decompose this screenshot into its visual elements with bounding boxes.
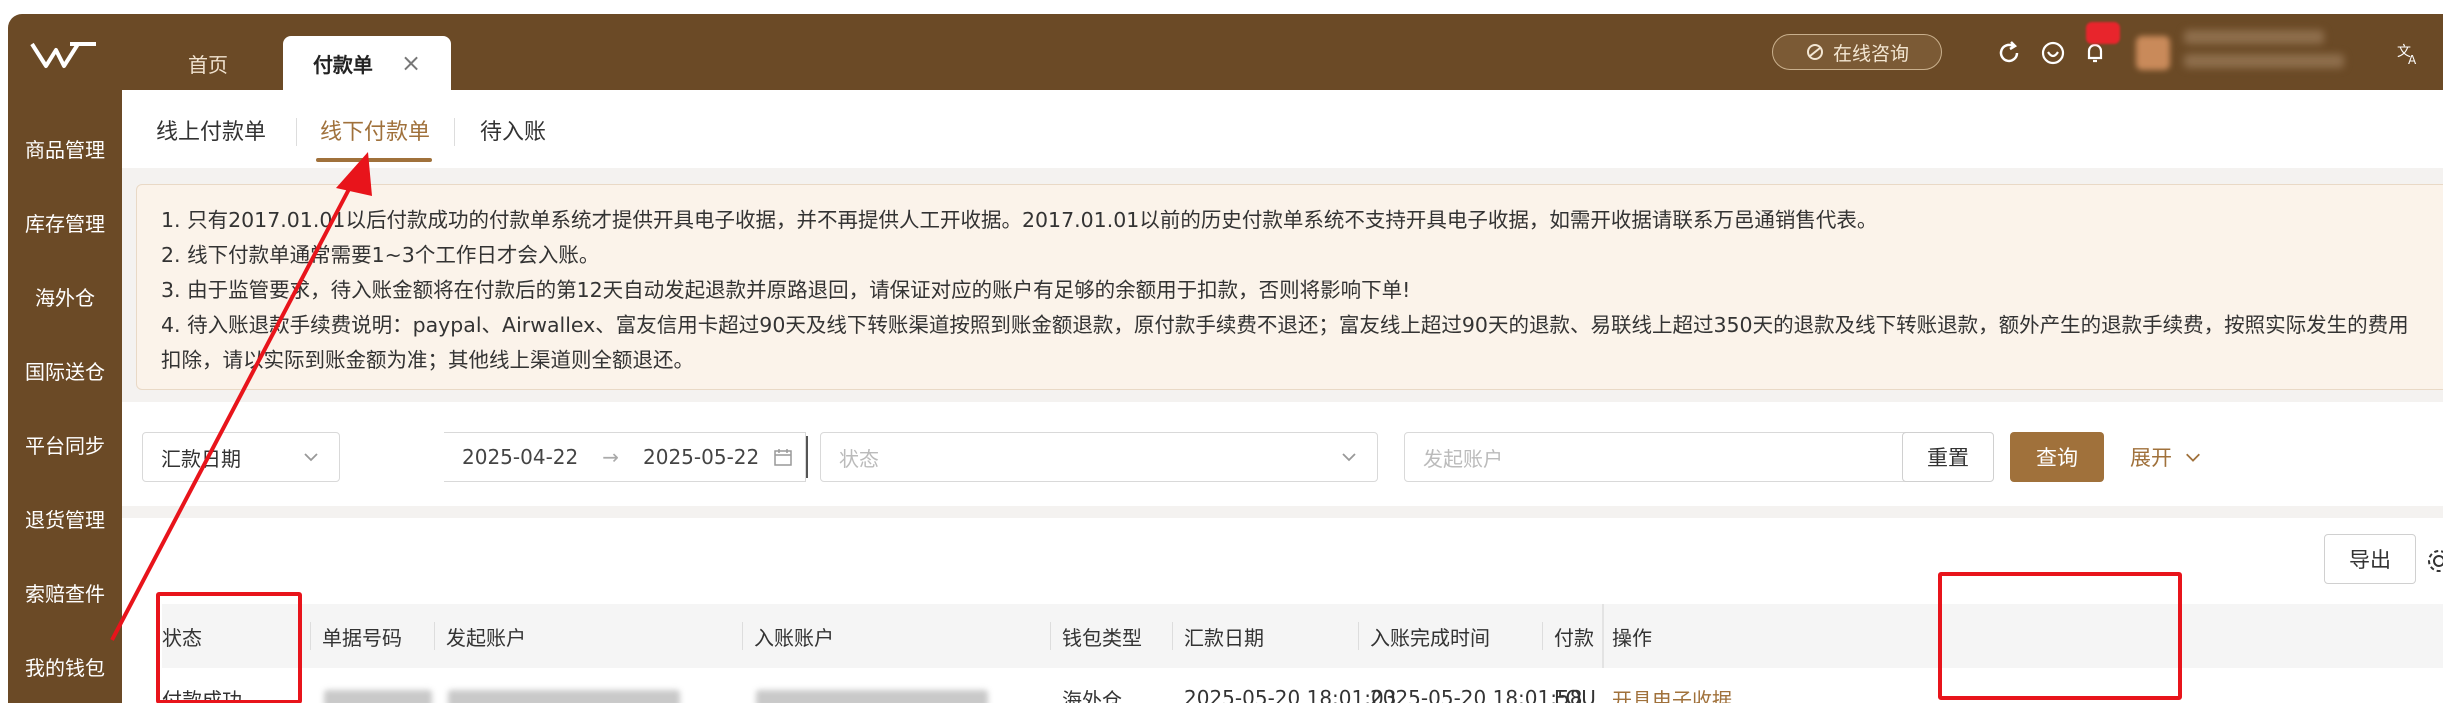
sidebar-item-wallet[interactable]: 我的钱包 <box>8 652 122 681</box>
filter-bar: 汇款日期 2025-04-22 → 2025-05-22 状态 发起账户 重置 … <box>122 402 2443 506</box>
sidebar: 商品管理 库存管理 海外仓 国际送仓 平台同步 退货管理 索赔查件 我的钱包 <box>8 90 122 703</box>
calendar-icon <box>774 449 792 466</box>
sidebar-item-inventory[interactable]: 库存管理 <box>8 208 122 237</box>
notice-box: 1. 只有2017.01.01以后付款成功的付款单系统才提供开具电子收据，并不再… <box>136 184 2443 390</box>
initiating-account-select[interactable]: 发起账户 <box>1404 432 1962 482</box>
avatar[interactable] <box>2136 36 2170 70</box>
subtab-offline-payment[interactable]: 线下付款单 <box>320 114 430 146</box>
date-type-value: 汇款日期 <box>161 446 241 471</box>
subtab-divider <box>454 118 455 146</box>
cell-payment: FOU <box>1554 686 1596 703</box>
query-button[interactable]: 查询 <box>2010 432 2104 482</box>
column-separator <box>434 622 435 650</box>
subtab-divider <box>296 118 297 146</box>
column-header-credit-account: 入账账户 <box>754 625 834 650</box>
date-cursor <box>806 436 808 478</box>
fixed-column-shadow <box>1602 604 1604 668</box>
heart-icon[interactable] <box>2038 38 2068 68</box>
notice-line-2: 2. 线下付款单通常需要1~3个工作日才会入账。 <box>161 243 600 267</box>
date-end[interactable]: 2025-05-22 <box>643 445 759 469</box>
top-bar: 首页 付款单 × 在线咨询 文A <box>8 14 2443 90</box>
notice-line-3: 3. 由于监管要求，待入账金额将在付款后的第12天自动发起退款并原路退回，请保证… <box>161 278 1411 302</box>
chevron-down-icon <box>1342 453 1356 462</box>
column-separator <box>1358 622 1359 650</box>
notice-line-1: 1. 只有2017.01.01以后付款成功的付款单系统才提供开具电子收据，并不再… <box>161 208 1878 232</box>
sidebar-item-international-delivery[interactable]: 国际送仓 <box>8 356 122 385</box>
headset-icon <box>1806 44 1823 60</box>
column-header-initiating-account: 发起账户 <box>446 625 526 650</box>
cell-doc-number-blurred <box>324 690 432 703</box>
subtab-active-indicator <box>316 158 432 162</box>
chevron-down-icon <box>2186 453 2200 462</box>
account-placeholder: 发起账户 <box>1423 446 1503 471</box>
tab-payment-order[interactable]: 付款单 × <box>283 36 451 90</box>
close-icon[interactable]: × <box>401 49 421 77</box>
date-start[interactable]: 2025-04-22 <box>462 445 578 469</box>
subtab-pending-credit[interactable]: 待入账 <box>480 114 546 146</box>
date-range-picker[interactable]: 2025-04-22 → 2025-05-22 <box>444 432 806 482</box>
column-header-doc-number: 单据号码 <box>322 625 402 650</box>
cell-credit-account-blurred <box>756 690 988 703</box>
reset-button[interactable]: 重置 <box>1902 432 1994 482</box>
sidebar-item-overseas-warehouse[interactable]: 海外仓 <box>8 282 122 311</box>
chevron-down-icon <box>304 453 318 462</box>
brand-logo-icon[interactable] <box>30 40 98 70</box>
online-consult-button[interactable]: 在线咨询 <box>1772 34 1942 70</box>
date-range-arrow: → <box>602 445 619 469</box>
subtab-bar: 线上付款单 线下付款单 待入账 <box>122 90 2443 168</box>
column-separator <box>1050 622 1051 650</box>
tab-home[interactable]: 首页 <box>148 36 268 90</box>
column-separator <box>1172 622 1173 650</box>
highlight-box-status <box>156 592 302 703</box>
column-header-remit-date: 汇款日期 <box>1184 625 1264 650</box>
date-type-select[interactable]: 汇款日期 <box>142 432 340 482</box>
highlight-box-complete-time <box>1938 572 2182 700</box>
issue-receipt-link[interactable]: 开具电子收据 <box>1612 668 1732 703</box>
notification-badge <box>2086 22 2120 44</box>
user-company-blurred <box>2184 54 2344 68</box>
column-separator <box>1542 622 1543 650</box>
export-button[interactable]: 导出 <box>2324 534 2416 584</box>
tab-payment-order-label: 付款单 <box>312 52 373 77</box>
column-header-actions: 操作 <box>1612 625 1652 650</box>
user-name-blurred <box>2184 30 2324 44</box>
column-header-payment: 付款 <box>1554 625 1594 650</box>
cell-wallet-type: 海外仓 <box>1062 687 1122 703</box>
notice-line-4: 4. 待入账退款手续费说明：paypal、Airwallex、富友信用卡超过90… <box>161 313 2409 372</box>
svg-text:A: A <box>2408 53 2417 67</box>
cell-remit-date: 2025-05-20 18:01:03 <box>1184 686 1397 703</box>
subtab-online-payment[interactable]: 线上付款单 <box>156 114 266 146</box>
sidebar-item-products[interactable]: 商品管理 <box>8 134 122 163</box>
refresh-icon[interactable] <box>1994 38 2024 68</box>
cell-initiating-account-blurred <box>448 690 680 703</box>
cell-complete-time: 2025-05-20 18:01:58 <box>1370 686 1583 703</box>
sidebar-item-platform-sync[interactable]: 平台同步 <box>8 430 122 459</box>
expand-label: 展开 <box>2130 446 2172 470</box>
status-select[interactable]: 状态 <box>820 432 1378 482</box>
tab-home-label: 首页 <box>188 52 228 77</box>
online-consult-label: 在线咨询 <box>1832 42 1909 65</box>
status-placeholder: 状态 <box>839 446 879 471</box>
sidebar-item-claims[interactable]: 索赔查件 <box>8 578 122 607</box>
sidebar-item-returns[interactable]: 退货管理 <box>8 504 122 533</box>
column-header-complete-time: 入账完成时间 <box>1370 625 1490 650</box>
column-separator <box>310 622 311 650</box>
gear-icon[interactable] <box>2426 548 2443 574</box>
expand-button[interactable]: 展开 <box>2130 432 2240 482</box>
translate-icon[interactable]: 文A <box>2394 38 2424 68</box>
column-header-wallet-type: 钱包类型 <box>1062 625 1142 650</box>
column-separator <box>742 622 743 650</box>
